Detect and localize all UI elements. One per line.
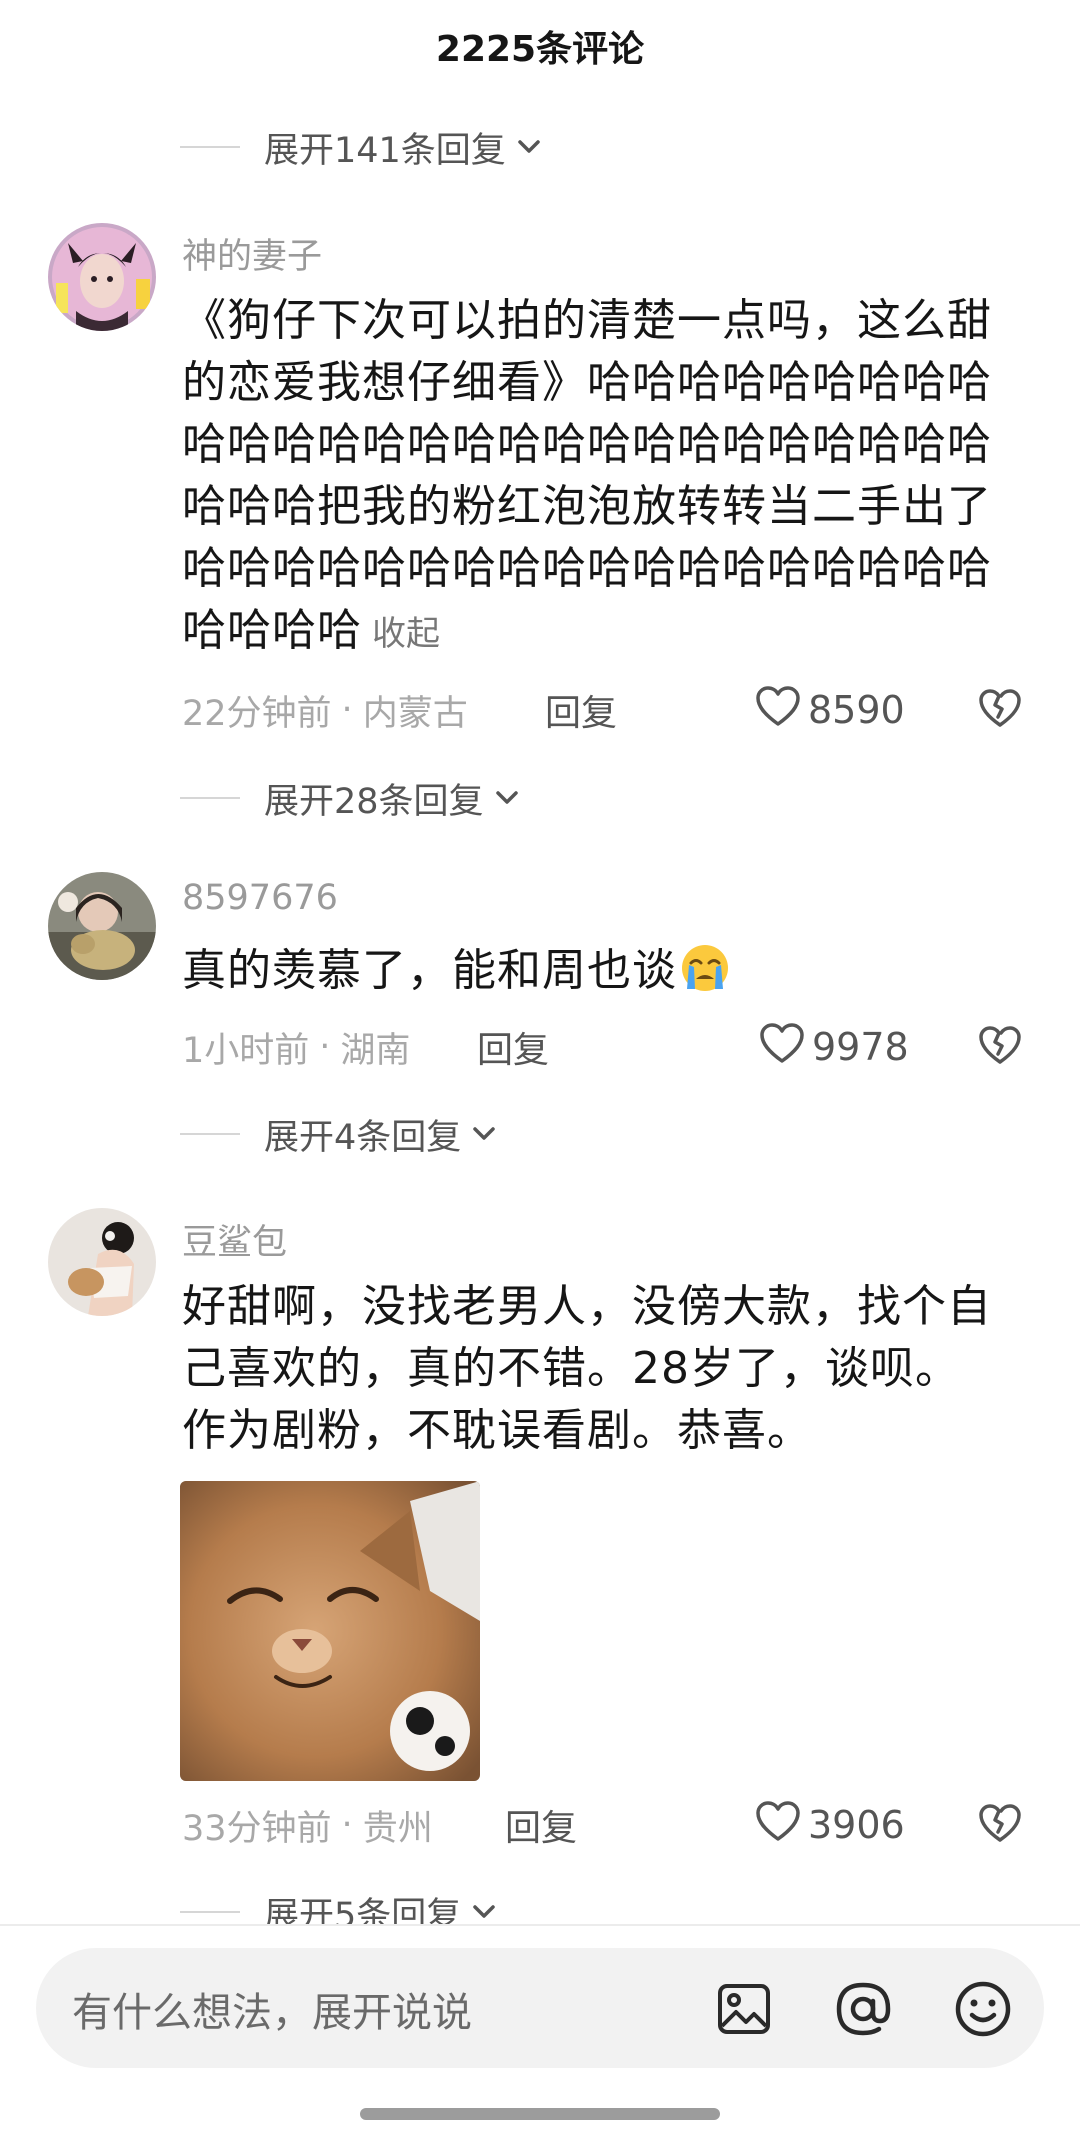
smiley-icon[interactable] xyxy=(952,1978,1014,2040)
expand-replies-label: 展开4条回复 xyxy=(264,1117,462,1158)
expand-replies-label: 展开28条回复 xyxy=(264,781,484,822)
like-count: 8590 xyxy=(808,688,905,732)
comment-body: 《狗仔下次可以拍的清楚一点吗，这么甜的恋爱我想仔细看》哈哈哈哈哈哈哈哈哈哈哈哈哈… xyxy=(182,295,992,656)
home-indicator[interactable] xyxy=(360,2108,720,2120)
dislike-button[interactable] xyxy=(975,1800,1025,1850)
separator-dot: · xyxy=(341,1805,353,1845)
divider xyxy=(180,797,240,799)
like-button[interactable]: 3906 xyxy=(754,1800,905,1850)
comment-image[interactable] xyxy=(180,1481,480,1781)
avatar[interactable] xyxy=(48,223,156,331)
comment-location: 贵州 xyxy=(362,1808,433,1849)
heart-icon xyxy=(758,1021,812,1074)
dislike-button[interactable] xyxy=(975,685,1025,735)
comment-username[interactable]: 神的妻子 xyxy=(182,228,322,279)
dislike-button[interactable] xyxy=(975,1022,1025,1072)
comment-time: 33分钟前 xyxy=(182,1808,332,1849)
image-icon[interactable] xyxy=(713,1978,775,2040)
comment-meta: 22分钟前 · 内蒙古 xyxy=(182,685,468,735)
divider xyxy=(180,1133,240,1135)
chevron-down-icon xyxy=(469,1119,499,1149)
like-button[interactable]: 9978 xyxy=(758,1022,909,1072)
broken-heart-icon xyxy=(977,1024,1023,1070)
broken-heart-icon xyxy=(977,1802,1023,1848)
separator-dot: · xyxy=(341,690,353,730)
chevron-down-icon xyxy=(469,1897,499,1927)
like-count: 9978 xyxy=(812,1025,909,1069)
reply-button[interactable]: 回复 xyxy=(505,1800,577,1850)
avatar[interactable] xyxy=(48,872,156,980)
comment-text: 好甜啊，没找老男人，没傍大款，找个自己喜欢的，真的不错。28岁了，谈呗。作为剧粉… xyxy=(182,1281,992,1456)
comment-meta: 33分钟前 · 贵州 xyxy=(182,1800,433,1850)
comment-meta: 1小时前 · 湖南 xyxy=(182,1022,410,1072)
comment-location: 内蒙古 xyxy=(362,693,468,734)
heart-icon xyxy=(754,684,808,737)
page-title: 2225条评论 xyxy=(435,29,645,70)
comment-input-placeholder[interactable]: 有什么想法，展开说说 xyxy=(72,1980,472,2038)
crying-face-emoji xyxy=(677,943,733,993)
like-count: 3906 xyxy=(808,1803,905,1847)
heart-icon xyxy=(754,1799,808,1852)
chevron-down-icon xyxy=(492,783,522,813)
comment-username[interactable]: 豆鲨包 xyxy=(182,1214,287,1265)
expand-replies-label: 展开141条回复 xyxy=(264,130,506,171)
separator-dot: · xyxy=(319,1027,331,1067)
expand-replies-button[interactable]: 展开28条回复 xyxy=(180,768,522,828)
avatar[interactable] xyxy=(48,1208,156,1316)
collapse-button[interactable]: 收起 xyxy=(372,614,440,654)
expand-replies-button[interactable]: 展开4条回复 xyxy=(180,1104,499,1164)
comment-location: 湖南 xyxy=(340,1030,411,1071)
reply-button[interactable]: 回复 xyxy=(545,685,617,735)
like-button[interactable]: 8590 xyxy=(754,685,905,735)
expand-replies-button[interactable]: 展开141条回复 xyxy=(180,117,544,177)
comment-username[interactable]: 8597676 xyxy=(182,878,338,918)
broken-heart-icon xyxy=(977,687,1023,733)
reply-button[interactable]: 回复 xyxy=(477,1022,549,1072)
divider xyxy=(180,1911,240,1913)
comment-text: 《狗仔下次可以拍的清楚一点吗，这么甜的恋爱我想仔细看》哈哈哈哈哈哈哈哈哈哈哈哈哈… xyxy=(182,290,1002,662)
divider xyxy=(180,146,240,148)
comment-body: 真的羡慕了，能和周也谈 xyxy=(182,945,677,996)
at-icon[interactable] xyxy=(832,1978,894,2040)
comment-text: 真的羡慕了，能和周也谈 xyxy=(182,940,1002,1002)
comment-time: 1小时前 xyxy=(182,1030,310,1071)
chevron-down-icon xyxy=(514,132,544,162)
comment-time: 22分钟前 xyxy=(182,693,332,734)
